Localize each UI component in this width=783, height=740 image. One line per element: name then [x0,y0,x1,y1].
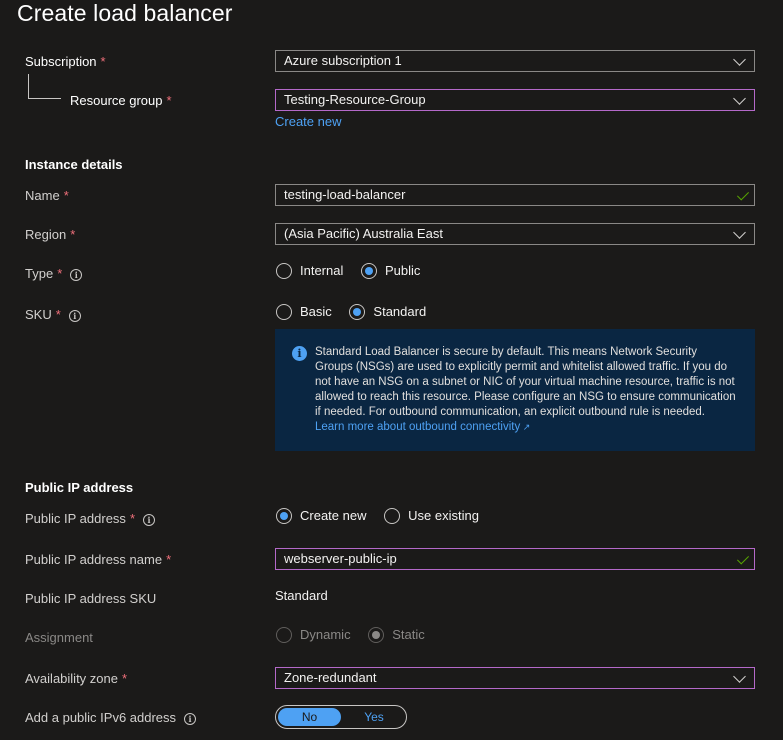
public-ip-sku-value: Standard [275,588,328,603]
instance-details-heading: Instance details [25,157,123,172]
learn-more-link[interactable]: Learn more about outbound connectivity [315,421,520,433]
type-label: Type * i [25,266,83,281]
name-label: Name * [25,188,69,203]
checkmark-icon [736,552,750,565]
resource-group-dropdown[interactable]: Testing-Resource-Group [275,89,755,111]
region-dropdown[interactable]: (Asia Pacific) Australia East [275,223,755,245]
region-value: (Asia Pacific) Australia East [284,226,443,241]
subscription-value: Azure subscription 1 [284,53,402,68]
info-message-box: i Standard Load Balancer is secure by de… [275,329,755,451]
public-ip-heading: Public IP address [25,480,134,495]
tree-connector-horizontal [28,98,61,99]
public-ip-use-existing-label[interactable]: Use existing [408,508,479,523]
subscription-dropdown[interactable]: Azure subscription 1 [275,50,755,72]
public-ip-address-label: Public IP address * i [25,511,155,526]
name-value: testing-load-balancer [284,187,406,202]
availability-zone-value: Zone-redundant [284,670,377,685]
assignment-dynamic-label[interactable]: Dynamic [300,627,351,642]
info-icon[interactable]: i [70,268,83,281]
chevron-down-icon [733,226,746,239]
checkmark-icon [736,188,750,201]
radio-assignment-dynamic[interactable] [276,626,292,643]
public-ip-name-label: Public IP address name * [25,552,172,567]
type-internal-label[interactable]: Internal [300,263,343,278]
info-icon[interactable]: i [143,513,155,526]
ipv6-label: Add a public IPv6 address i [25,710,197,725]
public-ip-name-input[interactable]: webserver-public-ip [275,548,755,570]
assignment-radio-group: Dynamic Static [276,626,439,643]
radio-public-ip-use-existing[interactable] [384,507,401,524]
create-new-resource-group-link[interactable]: Create new [275,114,341,129]
page-title: Create load balancer [17,0,233,26]
ipv6-toggle-no[interactable]: No [278,708,341,726]
resource-group-value: Testing-Resource-Group [284,92,426,107]
external-link-icon: ↗ [520,422,531,432]
ipv6-toggle-yes[interactable]: Yes [344,708,404,726]
radio-assignment-static[interactable] [368,626,385,643]
sku-radio-group: Basic Standard [276,303,440,320]
ipv6-toggle[interactable]: No Yes [275,705,407,729]
sku-standard-label[interactable]: Standard [373,304,426,319]
tree-connector [28,74,29,98]
public-ip-radio-group: Create new Use existing [276,507,493,524]
region-label: Region * [25,227,76,242]
radio-type-public[interactable] [361,262,377,279]
assignment-static-label[interactable]: Static [392,627,425,642]
sku-label: SKU * i [25,307,81,322]
chevron-down-icon [733,92,746,105]
sku-basic-label[interactable]: Basic [300,304,332,319]
info-message-text: Standard Load Balancer is secure by defa… [315,346,736,418]
info-icon[interactable]: i [184,712,197,725]
public-ip-sku-label: Public IP address SKU [25,591,157,606]
public-ip-name-value: webserver-public-ip [284,551,397,566]
radio-type-internal[interactable] [276,262,292,279]
subscription-label: Subscription * [25,54,106,69]
chevron-down-icon [733,53,746,66]
radio-sku-standard[interactable] [349,303,366,320]
assignment-label: Assignment [25,630,93,645]
name-input[interactable]: testing-load-balancer [275,184,755,206]
availability-zone-dropdown[interactable]: Zone-redundant [275,667,755,689]
info-circle-icon: i [292,346,307,361]
availability-zone-label: Availability zone * [25,671,128,686]
radio-sku-basic[interactable] [276,303,292,320]
radio-public-ip-create-new[interactable] [276,507,292,524]
public-ip-create-new-label[interactable]: Create new [300,508,366,523]
type-public-label[interactable]: Public [385,263,420,278]
chevron-down-icon [733,670,746,683]
resource-group-label: Resource group * [70,93,172,108]
type-radio-group: Internal Public [276,262,434,279]
info-icon[interactable]: i [68,309,81,322]
